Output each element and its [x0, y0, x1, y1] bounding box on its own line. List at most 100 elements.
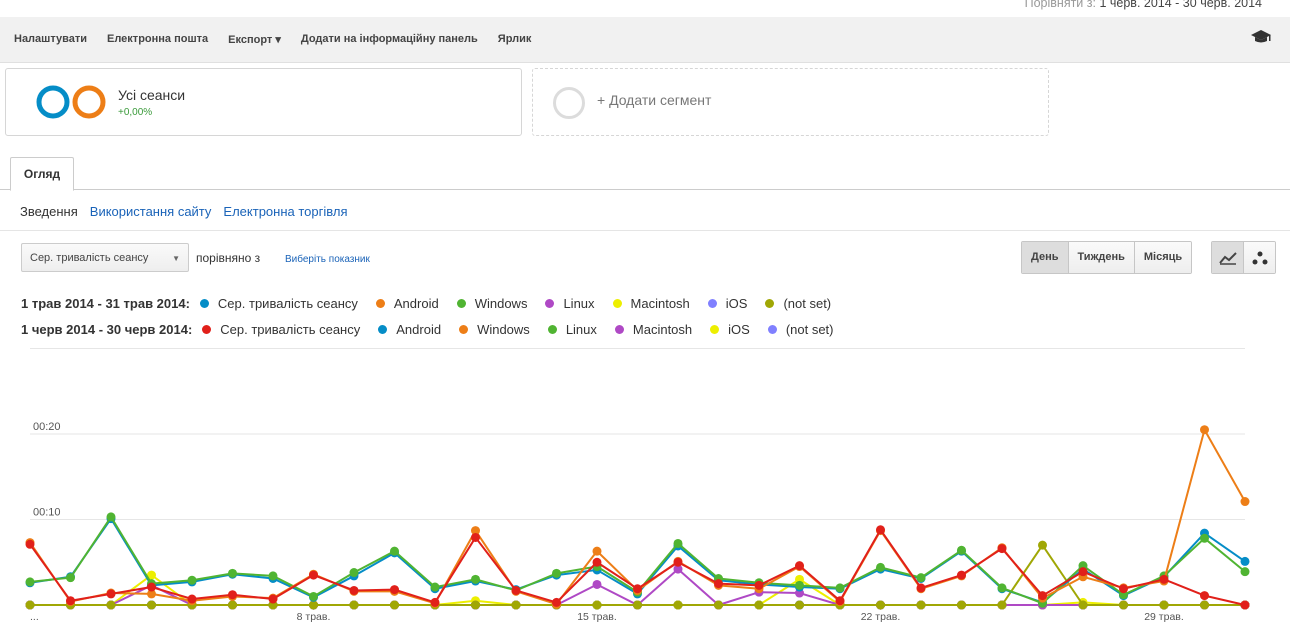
- data-point[interactable]: [1240, 567, 1250, 577]
- data-point[interactable]: [1119, 584, 1128, 594]
- data-point[interactable]: [1240, 556, 1250, 566]
- data-point[interactable]: [916, 600, 926, 610]
- data-point[interactable]: [1038, 540, 1047, 550]
- data-point[interactable]: [1200, 600, 1209, 610]
- data-point[interactable]: [673, 538, 683, 548]
- period-month-button[interactable]: Місяць: [1133, 242, 1192, 273]
- data-point[interactable]: [511, 600, 521, 610]
- data-point[interactable]: [876, 600, 885, 610]
- data-point[interactable]: [430, 597, 440, 607]
- data-point[interactable]: [957, 600, 966, 610]
- data-point[interactable]: [1159, 574, 1169, 584]
- data-point[interactable]: [592, 557, 602, 567]
- data-point[interactable]: [309, 600, 318, 610]
- data-point[interactable]: [25, 600, 35, 610]
- data-point[interactable]: [187, 575, 197, 585]
- data-point[interactable]: [633, 584, 642, 594]
- data-point[interactable]: [106, 589, 116, 599]
- data-point[interactable]: [673, 600, 683, 610]
- data-point[interactable]: [268, 594, 278, 604]
- data-point[interactable]: [1159, 600, 1169, 610]
- data-point[interactable]: [673, 557, 683, 567]
- data-point[interactable]: [1078, 567, 1088, 577]
- data-point[interactable]: [430, 582, 440, 592]
- data-point[interactable]: [957, 545, 966, 555]
- toolbar-email[interactable]: Електронна пошта: [107, 33, 208, 46]
- data-point[interactable]: [228, 590, 237, 600]
- data-point[interactable]: [795, 580, 804, 590]
- data-point[interactable]: [471, 574, 480, 584]
- subnav-summary[interactable]: Зведення: [20, 204, 78, 219]
- data-point[interactable]: [309, 591, 318, 601]
- data-point[interactable]: [795, 600, 804, 610]
- data-point[interactable]: [25, 539, 35, 549]
- data-point[interactable]: [471, 532, 480, 542]
- data-point[interactable]: [349, 568, 359, 578]
- data-point[interactable]: [835, 596, 845, 606]
- data-point[interactable]: [835, 583, 845, 593]
- metric-select[interactable]: Сер. тривалість сеансу ▼: [21, 243, 189, 272]
- data-point[interactable]: [957, 570, 966, 580]
- data-point[interactable]: [228, 600, 237, 610]
- data-point[interactable]: [1119, 600, 1128, 610]
- subnav-ecommerce[interactable]: Електронна торгівля: [223, 204, 347, 219]
- data-point[interactable]: [592, 546, 602, 556]
- data-point[interactable]: [916, 583, 926, 593]
- data-point[interactable]: [1200, 591, 1209, 601]
- data-point[interactable]: [106, 600, 116, 610]
- data-point[interactable]: [1200, 425, 1209, 435]
- data-point[interactable]: [309, 570, 318, 580]
- data-point[interactable]: [1240, 600, 1250, 610]
- data-point[interactable]: [66, 573, 75, 583]
- data-point[interactable]: [106, 512, 116, 522]
- subnav-site-usage[interactable]: Використання сайту: [90, 204, 212, 219]
- data-point[interactable]: [349, 600, 359, 610]
- data-point[interactable]: [997, 600, 1007, 610]
- compare-date-range[interactable]: Порівняти з: 1 черв. 2014 - 30 черв. 201…: [1025, 0, 1262, 10]
- data-point[interactable]: [25, 577, 35, 587]
- data-point[interactable]: [349, 585, 359, 595]
- data-point[interactable]: [916, 573, 926, 583]
- data-point[interactable]: [390, 546, 399, 556]
- period-day-button[interactable]: День: [1022, 242, 1068, 273]
- data-point[interactable]: [714, 579, 723, 589]
- data-point[interactable]: [997, 544, 1007, 554]
- line-chart-icon[interactable]: [1212, 242, 1244, 273]
- toolbar-customize[interactable]: Налаштувати: [14, 33, 87, 46]
- period-week-button[interactable]: Тиждень: [1067, 242, 1134, 273]
- data-point[interactable]: [754, 580, 764, 590]
- toolbar-add-to-dashboard[interactable]: Додати на інформаційну панель: [301, 33, 478, 46]
- data-point[interactable]: [997, 583, 1007, 593]
- data-point[interactable]: [592, 579, 602, 589]
- data-point[interactable]: [876, 562, 885, 572]
- data-point[interactable]: [1200, 533, 1209, 543]
- data-point[interactable]: [268, 571, 278, 581]
- data-point[interactable]: [633, 600, 642, 610]
- add-segment-button[interactable]: + Додати сегмент: [532, 68, 1049, 136]
- data-point[interactable]: [592, 600, 602, 610]
- data-point[interactable]: [511, 585, 521, 595]
- data-point[interactable]: [1240, 497, 1250, 507]
- data-point[interactable]: [714, 600, 723, 610]
- data-point[interactable]: [754, 600, 764, 610]
- toolbar-shortcut[interactable]: Ярлик: [498, 33, 532, 46]
- data-point[interactable]: [228, 568, 237, 578]
- data-point[interactable]: [471, 600, 480, 610]
- data-point[interactable]: [876, 525, 885, 535]
- motion-chart-icon[interactable]: [1244, 242, 1275, 273]
- data-point[interactable]: [187, 594, 197, 604]
- tab-overview[interactable]: Огляд: [10, 157, 74, 191]
- data-point[interactable]: [66, 596, 75, 606]
- data-point[interactable]: [147, 600, 156, 610]
- data-point[interactable]: [552, 568, 561, 578]
- toolbar-export[interactable]: Експорт ▾: [228, 33, 281, 46]
- segment-all-sessions[interactable]: Усі сеанси +0,00%: [5, 68, 522, 136]
- data-point[interactable]: [147, 582, 156, 592]
- data-point[interactable]: [390, 600, 399, 610]
- select-metric-link[interactable]: Виберіть показник: [285, 254, 370, 265]
- data-point[interactable]: [390, 585, 399, 595]
- data-point[interactable]: [795, 561, 804, 571]
- data-point[interactable]: [552, 597, 561, 607]
- graduation-cap-icon[interactable]: [1250, 29, 1272, 50]
- data-point[interactable]: [1078, 600, 1088, 610]
